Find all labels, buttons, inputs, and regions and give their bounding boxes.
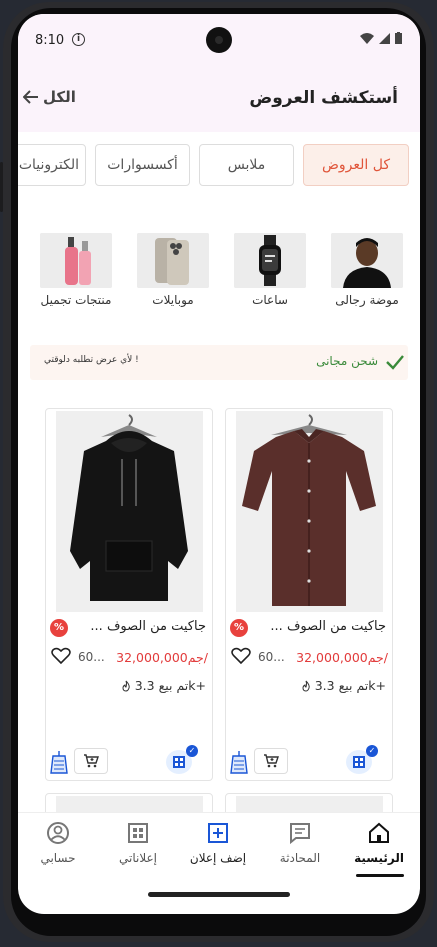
product-image [56, 411, 203, 612]
nav-label: الرئيسية [354, 851, 404, 865]
cart-icon [84, 754, 99, 768]
category-mobiles[interactable]: موبايلات [137, 233, 209, 307]
product-name: جاكيت من الصوف ... [270, 619, 386, 634]
active-tab-indicator [356, 874, 404, 877]
chip-label: الكترونيات [18, 157, 79, 173]
nav-account[interactable]: حسابي [19, 813, 97, 883]
chip-electronics[interactable]: الكترونيات [18, 144, 86, 186]
nav-label: المحادثة [279, 851, 321, 865]
volume-button [0, 162, 3, 212]
profile-icon [47, 822, 69, 844]
category-men-fashion[interactable]: موضة رجالى [331, 233, 403, 307]
product-price: 32,000,000جم/ [296, 650, 388, 665]
add-icon [208, 823, 228, 843]
home-icon [369, 822, 389, 843]
cosmetics-photo [40, 233, 112, 288]
bottom-navigation: الرئيسية المحادثة إضف إعلان إعلاناتي حسا… [18, 812, 420, 885]
old-price: 60... [78, 650, 105, 664]
free-shipping-banner: شحن مجانى لأي عرض تطلبه دلوقتي ! [30, 345, 408, 380]
category-label: موبايلات [152, 293, 194, 307]
fire-icon [122, 680, 130, 692]
man-photo [331, 233, 403, 288]
phone-photo [137, 233, 209, 288]
nav-label: حسابي [40, 851, 76, 865]
product-price: 32,000,000جم/ [116, 650, 208, 665]
fire-icon [302, 680, 310, 692]
sold-label: تم بيع 3.3k+ [314, 678, 386, 693]
page-title: أستكشف العروض [249, 88, 398, 108]
watch-photo [234, 233, 306, 288]
category-watches[interactable]: ساعات [234, 233, 306, 307]
category-label: منتجات تجميل [40, 293, 112, 307]
favorite-icon[interactable] [51, 647, 71, 665]
wifi-icon [360, 32, 374, 44]
arrow-left-icon [23, 90, 38, 104]
product-name: جاكيت من الصوف ... [90, 619, 206, 634]
category-cosmetics[interactable]: منتجات تجميل [40, 233, 112, 307]
nav-home[interactable]: الرئيسية [340, 813, 418, 883]
signal-icon [379, 32, 390, 44]
chat-icon [290, 823, 310, 845]
category-label: موضة رجالى [335, 293, 399, 307]
front-camera [206, 27, 232, 53]
grid-icon [128, 823, 148, 843]
sold-count: تم بيع 3.3k+ [121, 678, 206, 693]
favorite-icon[interactable] [231, 647, 251, 665]
chip-accessories[interactable]: أكسسوارات [95, 144, 190, 186]
category-label: ساعات [252, 293, 288, 307]
product-card[interactable]: % جاكيت من الصوف ... 60... 32,000,000جم/… [225, 408, 393, 781]
old-price: 60... [258, 650, 285, 664]
shipping-label: شحن مجانى [316, 354, 378, 368]
status-bar: 8:10 i [18, 14, 420, 68]
app-screen: 8:10 i الكل أستكشف العروض كل العروض ملاب… [18, 14, 420, 914]
chip-label: أكسسوارات [107, 157, 178, 173]
chip-all-offers[interactable]: كل العروض [303, 144, 409, 186]
product-image [236, 411, 383, 612]
see-all-label: الكل [43, 88, 76, 106]
chip-label: كل العروض [321, 157, 391, 173]
status-time: 8:10 [35, 33, 65, 48]
nav-label: إعلاناتي [119, 851, 157, 865]
verified-icon: ✓ [186, 745, 198, 757]
page-header: الكل أستكشف العروض [18, 68, 420, 132]
banner-note: لأي عرض تطلبه دلوقتي ! [44, 355, 139, 365]
product-card[interactable]: % جاكيت من الصوف ... 60... 32,000,000جم/… [45, 408, 213, 781]
sold-label: تم بيع 3.3k+ [134, 678, 206, 693]
product-list-icon [230, 751, 248, 774]
nav-my-ads[interactable]: إعلاناتي [99, 813, 177, 883]
nav-label: إضف إعلان [189, 851, 247, 865]
discount-badge-icon: % [230, 619, 248, 637]
see-all-button[interactable]: الكل [23, 88, 76, 106]
nav-chat[interactable]: المحادثة [261, 813, 339, 883]
cart-icon [264, 754, 279, 768]
chip-label: ملابس [227, 157, 266, 173]
nav-add-ad[interactable]: إضف إعلان [179, 813, 257, 883]
add-to-cart-button[interactable] [254, 748, 288, 774]
verified-icon: ✓ [366, 745, 378, 757]
add-to-cart-button[interactable] [74, 748, 108, 774]
product-list-icon [50, 751, 68, 774]
info-icon: i [72, 33, 85, 46]
battery-icon [395, 32, 402, 44]
check-icon [386, 355, 404, 370]
status-icons [360, 32, 402, 44]
sold-count: تم بيع 3.3k+ [301, 678, 386, 693]
discount-badge-icon: % [50, 619, 68, 637]
home-indicator[interactable] [148, 892, 290, 897]
chip-clothes[interactable]: ملابس [199, 144, 294, 186]
